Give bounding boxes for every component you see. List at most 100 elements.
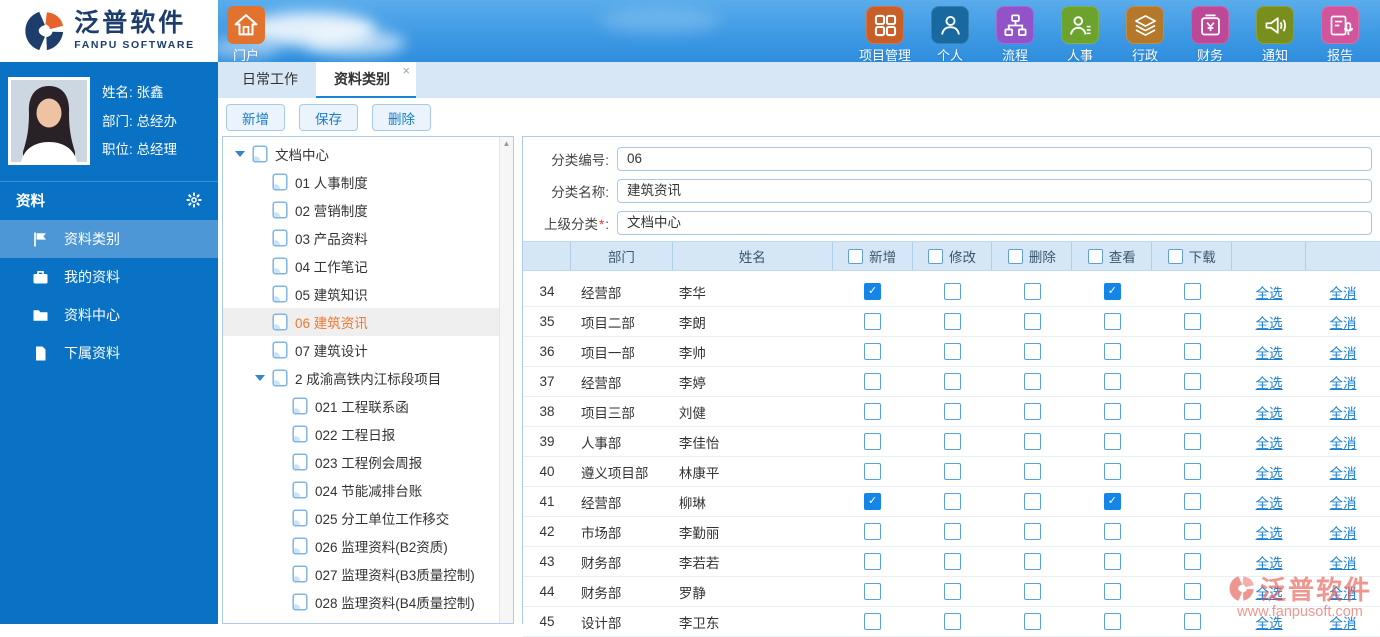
perm-checkbox[interactable] xyxy=(864,313,882,330)
perm-checkbox[interactable] xyxy=(1183,493,1201,510)
perm-checkbox[interactable] xyxy=(864,373,882,390)
perm-checkbox[interactable] xyxy=(1023,523,1041,540)
perm-checkbox[interactable] xyxy=(1023,403,1041,420)
select-all-link[interactable]: 全选 xyxy=(1256,492,1283,512)
perm-checkbox[interactable] xyxy=(1103,403,1121,420)
select-all-link[interactable]: 全选 xyxy=(1256,522,1283,542)
perm-checkbox[interactable] xyxy=(1183,343,1201,360)
perm-checkbox[interactable] xyxy=(944,613,961,630)
category-name-input[interactable]: 建筑资讯 xyxy=(617,179,1372,203)
select-all-link[interactable]: 全选 xyxy=(1256,462,1283,482)
perm-checkbox[interactable] xyxy=(944,523,961,540)
perm-checkbox[interactable] xyxy=(1183,613,1201,630)
perm-checkbox[interactable] xyxy=(864,553,882,570)
perm-checkbox[interactable] xyxy=(1183,553,1201,570)
perm-checkbox[interactable] xyxy=(1023,343,1041,360)
header-checkbox[interactable] xyxy=(927,248,943,264)
clear-all-link[interactable]: 全消 xyxy=(1330,372,1357,392)
nav-item-personal[interactable]: 个人 xyxy=(922,6,978,64)
clear-all-link[interactable]: 全消 xyxy=(1330,552,1357,572)
perm-checkbox[interactable] xyxy=(864,433,882,450)
tree-item[interactable]: 06 建筑资讯 xyxy=(223,308,500,336)
perm-checkbox[interactable] xyxy=(864,613,882,630)
header-checkbox[interactable] xyxy=(1007,248,1023,264)
select-all-link[interactable]: 全选 xyxy=(1256,612,1283,632)
tree-item[interactable]: 02 营销制度 xyxy=(223,196,500,224)
perm-checkbox[interactable] xyxy=(944,373,961,390)
tree-item[interactable]: 01 人事制度 xyxy=(223,168,500,196)
select-all-link[interactable]: 全选 xyxy=(1256,582,1283,602)
tab-daily-work[interactable]: 日常工作 xyxy=(224,62,316,98)
save-button[interactable]: 保存 xyxy=(299,104,358,131)
tree-item[interactable]: 024 节能减排台账 xyxy=(223,476,500,504)
perm-checkbox[interactable] xyxy=(1103,463,1121,480)
perm-checkbox[interactable] xyxy=(864,583,882,600)
select-all-link[interactable]: 全选 xyxy=(1256,372,1283,392)
perm-checkbox[interactable] xyxy=(1023,583,1041,600)
perm-checkbox[interactable] xyxy=(1103,433,1121,450)
tree-item[interactable]: 04 工作笔记 xyxy=(223,252,500,280)
perm-checkbox[interactable] xyxy=(1183,283,1201,300)
perm-checkbox[interactable] xyxy=(1183,403,1201,420)
tree-item[interactable]: 07 建筑设计 xyxy=(223,336,500,364)
close-icon[interactable]: × xyxy=(402,64,410,77)
perm-checkbox[interactable] xyxy=(1183,313,1201,330)
sidebar-item-data-center[interactable]: 资料中心 xyxy=(0,296,218,334)
perm-checkbox[interactable] xyxy=(944,493,961,510)
nav-item-admin[interactable]: 行政 xyxy=(1117,6,1173,64)
nav-item-report[interactable]: 报告 xyxy=(1312,6,1368,64)
header-checkbox[interactable] xyxy=(1087,248,1103,264)
perm-checkbox[interactable] xyxy=(1103,313,1121,330)
perm-checkbox[interactable] xyxy=(944,343,961,360)
perm-checkbox[interactable] xyxy=(1183,523,1201,540)
clear-all-link[interactable]: 全消 xyxy=(1330,282,1357,302)
perm-checkbox[interactable] xyxy=(864,403,882,420)
perm-checkbox[interactable] xyxy=(944,463,961,480)
perm-checkbox[interactable] xyxy=(864,463,882,480)
perm-checkbox[interactable] xyxy=(944,403,961,420)
perm-checkbox[interactable] xyxy=(1183,583,1201,600)
perm-checkbox[interactable] xyxy=(1103,613,1121,630)
select-all-link[interactable]: 全选 xyxy=(1256,282,1283,302)
tree-item[interactable]: 023 工程例会周报 xyxy=(223,448,500,476)
sidebar-item-subordinate-data[interactable]: 下属资料 xyxy=(0,334,218,372)
perm-checkbox[interactable] xyxy=(944,583,961,600)
select-all-link[interactable]: 全选 xyxy=(1256,342,1283,362)
nav-item-project-management[interactable]: 项目管理 xyxy=(857,6,913,64)
perm-checkbox[interactable] xyxy=(864,523,882,540)
clear-all-link[interactable]: 全消 xyxy=(1330,432,1357,452)
perm-checkbox[interactable] xyxy=(944,433,961,450)
perm-checkbox[interactable] xyxy=(1023,553,1041,570)
tree-item[interactable]: 05 建筑知识 xyxy=(223,280,500,308)
clear-all-link[interactable]: 全消 xyxy=(1330,582,1357,602)
perm-checkbox[interactable] xyxy=(1023,433,1041,450)
perm-checkbox[interactable] xyxy=(944,283,961,300)
select-all-link[interactable]: 全选 xyxy=(1256,402,1283,422)
perm-checkbox[interactable] xyxy=(944,553,961,570)
perm-checkbox[interactable] xyxy=(864,283,882,300)
sidebar-item-my-data[interactable]: 我的资料 xyxy=(0,258,218,296)
sidebar-item-data-category[interactable]: 资料类别 xyxy=(0,220,218,258)
tab-data-category[interactable]: 资料类别 × xyxy=(316,62,416,98)
perm-checkbox[interactable] xyxy=(1023,373,1041,390)
perm-checkbox[interactable] xyxy=(1183,433,1201,450)
parent-category-input[interactable]: 文档中心 xyxy=(617,211,1372,235)
delete-button[interactable]: 删除 xyxy=(372,104,431,131)
perm-checkbox[interactable] xyxy=(1103,583,1121,600)
tree-item[interactable]: 025 分工单位工作移交 xyxy=(223,504,500,532)
tree-scrollbar[interactable]: ▲ xyxy=(499,137,513,623)
perm-checkbox[interactable] xyxy=(1103,283,1121,300)
clear-all-link[interactable]: 全消 xyxy=(1330,462,1357,482)
perm-checkbox[interactable] xyxy=(1023,313,1041,330)
select-all-link[interactable]: 全选 xyxy=(1256,312,1283,332)
tree-item[interactable]: 027 监理资料(B3质量控制) xyxy=(223,560,500,588)
clear-all-link[interactable]: 全消 xyxy=(1330,492,1357,512)
expander-icon[interactable] xyxy=(255,375,265,381)
perm-checkbox[interactable] xyxy=(864,493,882,510)
nav-item-portal[interactable]: 门户 xyxy=(222,6,270,64)
clear-all-link[interactable]: 全消 xyxy=(1330,342,1357,362)
header-checkbox[interactable] xyxy=(1167,248,1183,264)
perm-checkbox[interactable] xyxy=(1023,283,1041,300)
perm-checkbox[interactable] xyxy=(1183,463,1201,480)
tree-item[interactable]: 03 产品资料 xyxy=(223,224,500,252)
